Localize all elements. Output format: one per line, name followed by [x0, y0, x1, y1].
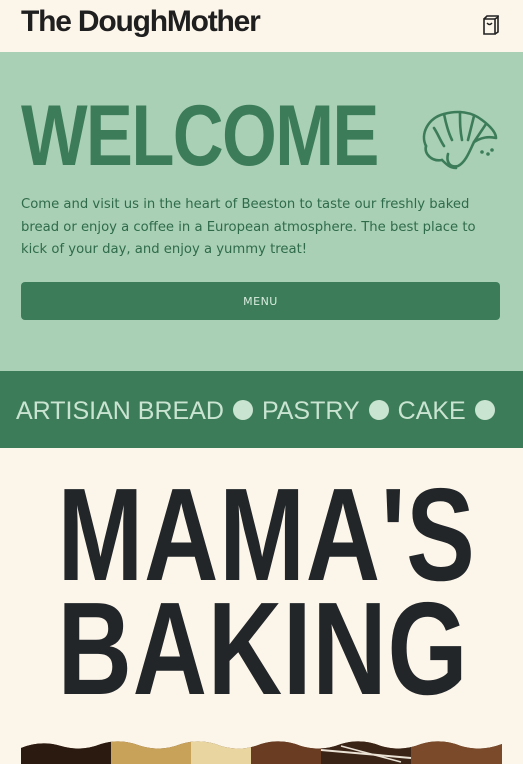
heading-line-2: BAKING	[57, 575, 469, 722]
product-ticker: ARTISIAN BREAD PASTRY CAKE	[0, 371, 523, 448]
hero-intro-text: Come and visit us in the heart of Beesto…	[21, 197, 476, 257]
ticker-item-cake: CAKE	[397, 397, 466, 426]
hero-title: WELCOME	[21, 88, 379, 184]
top-navbar: The DoughMother	[0, 0, 523, 52]
section-heading: MAMA'S BAKING	[0, 469, 523, 722]
ticker-dot-icon	[368, 399, 389, 420]
ticker-dot-icon	[232, 399, 253, 420]
ticker-item-bread: ARTISIAN BREAD	[16, 397, 224, 426]
ticker-dot-icon	[474, 399, 495, 420]
welcome-hero: WELCOME Come and visit us in the heart o…	[0, 52, 523, 371]
baked-goods-photo	[21, 741, 502, 764]
brand-logo[interactable]: The DoughMother	[21, 3, 261, 41]
menu-button[interactable]: MENU	[21, 282, 500, 320]
ticker-item-pastry: PASTRY	[261, 397, 360, 426]
croissant-icon	[422, 110, 498, 170]
shopping-bag-icon[interactable]	[482, 14, 500, 36]
